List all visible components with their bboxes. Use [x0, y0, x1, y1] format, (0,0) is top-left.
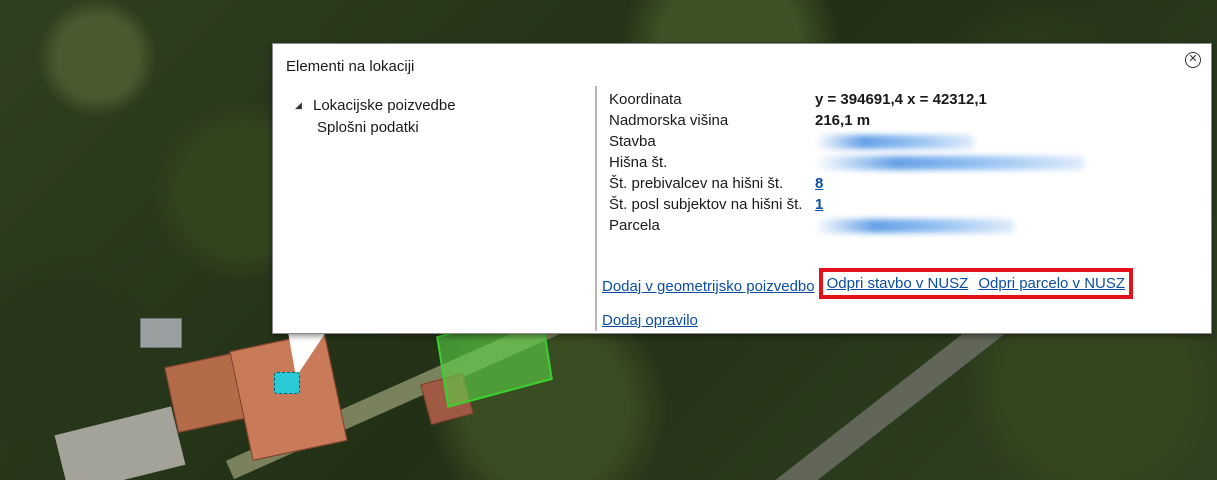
property-list: Koordinata y = 394691,4 x = 42312,1 Nadm… [609, 89, 1085, 236]
redacted-value [815, 155, 1085, 170]
popup-callout-tail [288, 332, 326, 377]
residents-count-link[interactable]: 8 [815, 175, 823, 192]
property-label: Hišna št. [609, 154, 668, 171]
redacted-value [815, 218, 1015, 233]
popup-title: Elementi na lokaciji [286, 58, 415, 75]
property-label: Parcela [609, 217, 660, 234]
tree-node-general-data[interactable]: Splošni podatki [295, 116, 456, 138]
open-parcel-nusz-link[interactable]: Odpri parcelo v NUSZ [978, 275, 1125, 292]
tree-node-location-queries[interactable]: ◢ Lokacijske poizvedbe [295, 94, 456, 116]
redacted-value [815, 134, 975, 149]
property-row-residents: Št. prebivalcev na hišni št. 8 [609, 173, 1085, 194]
business-count-link[interactable]: 1 [815, 196, 823, 213]
open-building-nusz-link[interactable]: Odpri stavbo v NUSZ [827, 275, 969, 292]
property-label: Št. posl subjektov na hišni št. [609, 196, 803, 213]
add-to-geometric-query-link[interactable]: Dodaj v geometrijsko poizvedbo [602, 278, 815, 295]
query-tree: ◢ Lokacijske poizvedbe Splošni podatki [295, 94, 456, 138]
map-building [140, 318, 182, 348]
action-links: Dodaj v geometrijsko poizvedbo Odpri sta… [602, 268, 1134, 329]
panel-divider [595, 86, 597, 331]
expand-triangle-icon[interactable]: ◢ [295, 100, 313, 111]
property-row-building: Stavba [609, 131, 1085, 152]
property-label: Koordinata [609, 91, 682, 108]
property-row-elevation: Nadmorska višina 216,1 m [609, 110, 1085, 131]
location-marker[interactable] [274, 372, 300, 394]
add-task-link[interactable]: Dodaj opravilo [602, 312, 698, 329]
property-row-coordinate: Koordinata y = 394691,4 x = 42312,1 [609, 89, 1085, 110]
action-row: Dodaj v geometrijsko poizvedbo Odpri sta… [602, 268, 1134, 302]
property-label: Nadmorska višina [609, 112, 729, 129]
action-row: Dodaj opravilo [602, 312, 1133, 329]
property-value: 216,1 m [815, 112, 871, 129]
map-pavement [54, 406, 186, 480]
property-value: y = 394691,4 x = 42312,1 [815, 91, 987, 108]
tree-node-label: Lokacijske poizvedbe [313, 96, 456, 114]
close-icon[interactable]: ✕ [1185, 52, 1201, 68]
property-label: Stavba [609, 133, 656, 150]
property-label: Št. prebivalcev na hišni št. [609, 175, 784, 192]
property-row-businesses: Št. posl subjektov na hišni št. 1 [609, 194, 1085, 215]
property-row-house-number: Hišna št. [609, 152, 1085, 173]
location-elements-popup: Elementi na lokaciji ✕ ◢ Lokacijske poiz… [272, 43, 1212, 334]
property-row-parcel: Parcela [609, 215, 1085, 236]
nusz-links-highlight: Odpri stavbo v NUSZ Odpri parcelo v NUSZ [818, 268, 1134, 299]
tree-node-label: Splošni podatki [317, 118, 419, 136]
